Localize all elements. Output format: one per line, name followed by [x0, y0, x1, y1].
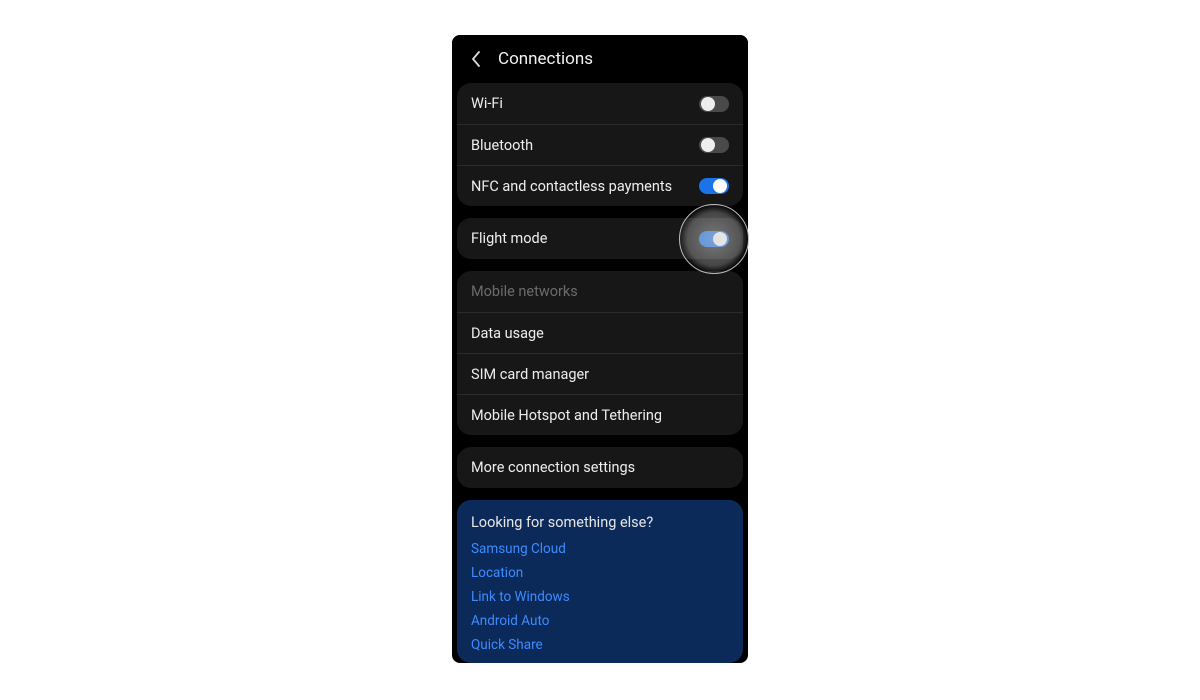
- row-mobile-networks-label: Mobile networks: [471, 283, 578, 300]
- link-location[interactable]: Location: [471, 565, 729, 581]
- row-wifi[interactable]: Wi-Fi: [457, 83, 743, 124]
- row-more-connection-settings[interactable]: More connection settings: [457, 447, 743, 488]
- group-wireless: Wi-Fi Bluetooth NFC and contactless paym…: [457, 83, 743, 206]
- group-flight: Flight mode: [457, 218, 743, 259]
- suggestions-title: Looking for something else?: [471, 514, 729, 531]
- chevron-left-icon: [471, 51, 481, 67]
- row-sim-manager[interactable]: SIM card manager: [457, 353, 743, 394]
- row-bluetooth[interactable]: Bluetooth: [457, 124, 743, 165]
- row-mobile-networks: Mobile networks: [457, 271, 743, 312]
- back-button[interactable]: [464, 47, 488, 71]
- row-data-usage-label: Data usage: [471, 325, 544, 342]
- row-hotspot[interactable]: Mobile Hotspot and Tethering: [457, 394, 743, 435]
- row-more-label: More connection settings: [471, 459, 635, 476]
- bluetooth-toggle[interactable]: [699, 137, 729, 153]
- header-bar: Connections: [452, 35, 748, 83]
- wifi-toggle[interactable]: [699, 96, 729, 112]
- flight-mode-toggle[interactable]: [699, 231, 729, 247]
- page-title: Connections: [498, 49, 593, 69]
- row-sim-manager-label: SIM card manager: [471, 366, 589, 383]
- phone-frame: Connections Wi-Fi Bluetooth NFC and cont…: [452, 35, 748, 663]
- group-mobile: Mobile networks Data usage SIM card mana…: [457, 271, 743, 435]
- row-bluetooth-label: Bluetooth: [471, 137, 533, 154]
- row-data-usage[interactable]: Data usage: [457, 312, 743, 353]
- row-nfc[interactable]: NFC and contactless payments: [457, 165, 743, 206]
- row-flight-mode-label: Flight mode: [471, 230, 547, 247]
- link-android-auto[interactable]: Android Auto: [471, 613, 729, 629]
- row-hotspot-label: Mobile Hotspot and Tethering: [471, 407, 662, 424]
- suggestions-card: Looking for something else? Samsung Clou…: [457, 500, 743, 663]
- group-more: More connection settings: [457, 447, 743, 488]
- link-link-to-windows[interactable]: Link to Windows: [471, 589, 729, 605]
- nfc-toggle[interactable]: [699, 178, 729, 194]
- link-quick-share[interactable]: Quick Share: [471, 637, 729, 653]
- row-flight-mode[interactable]: Flight mode: [457, 218, 743, 259]
- row-nfc-label: NFC and contactless payments: [471, 178, 672, 195]
- link-samsung-cloud[interactable]: Samsung Cloud: [471, 541, 729, 557]
- row-wifi-label: Wi-Fi: [471, 95, 503, 112]
